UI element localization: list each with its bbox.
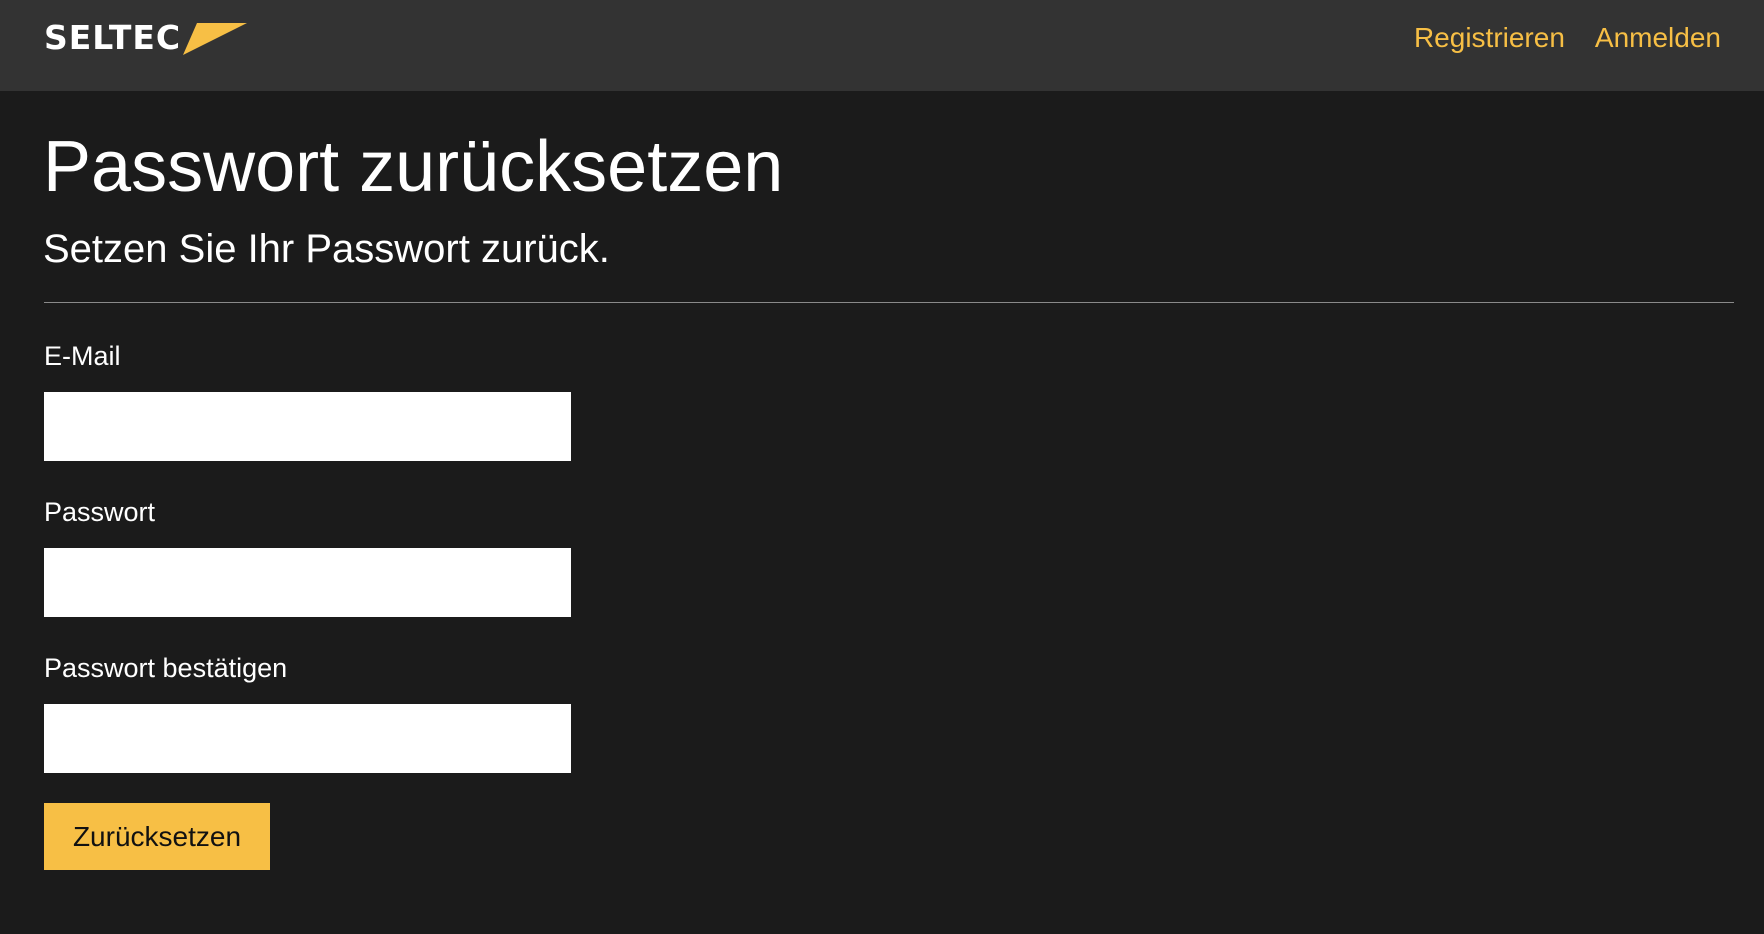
brand-logo[interactable]: SELTEC: [44, 18, 248, 57]
confirm-password-label: Passwort bestätigen: [44, 653, 288, 683]
divider: [44, 302, 1734, 303]
email-label: E-Mail: [44, 341, 121, 371]
page-subtitle: Setzen Sie Ihr Passwort zurück.: [43, 227, 610, 271]
navbar: SELTEC Registrieren Anmelden: [0, 0, 1764, 91]
confirm-password-field[interactable]: [44, 704, 571, 773]
email-field[interactable]: [44, 392, 571, 461]
password-field[interactable]: [44, 548, 571, 617]
page-title: Passwort zurücksetzen: [43, 127, 784, 207]
brand-flag-icon: [183, 23, 248, 55]
brand-name: SELTEC: [44, 18, 182, 57]
nav-links: Registrieren Anmelden: [1414, 20, 1721, 56]
login-link[interactable]: Anmelden: [1595, 20, 1721, 56]
password-label: Passwort: [44, 497, 156, 527]
register-link[interactable]: Registrieren: [1414, 20, 1565, 56]
reset-button[interactable]: Zurücksetzen: [44, 803, 270, 870]
